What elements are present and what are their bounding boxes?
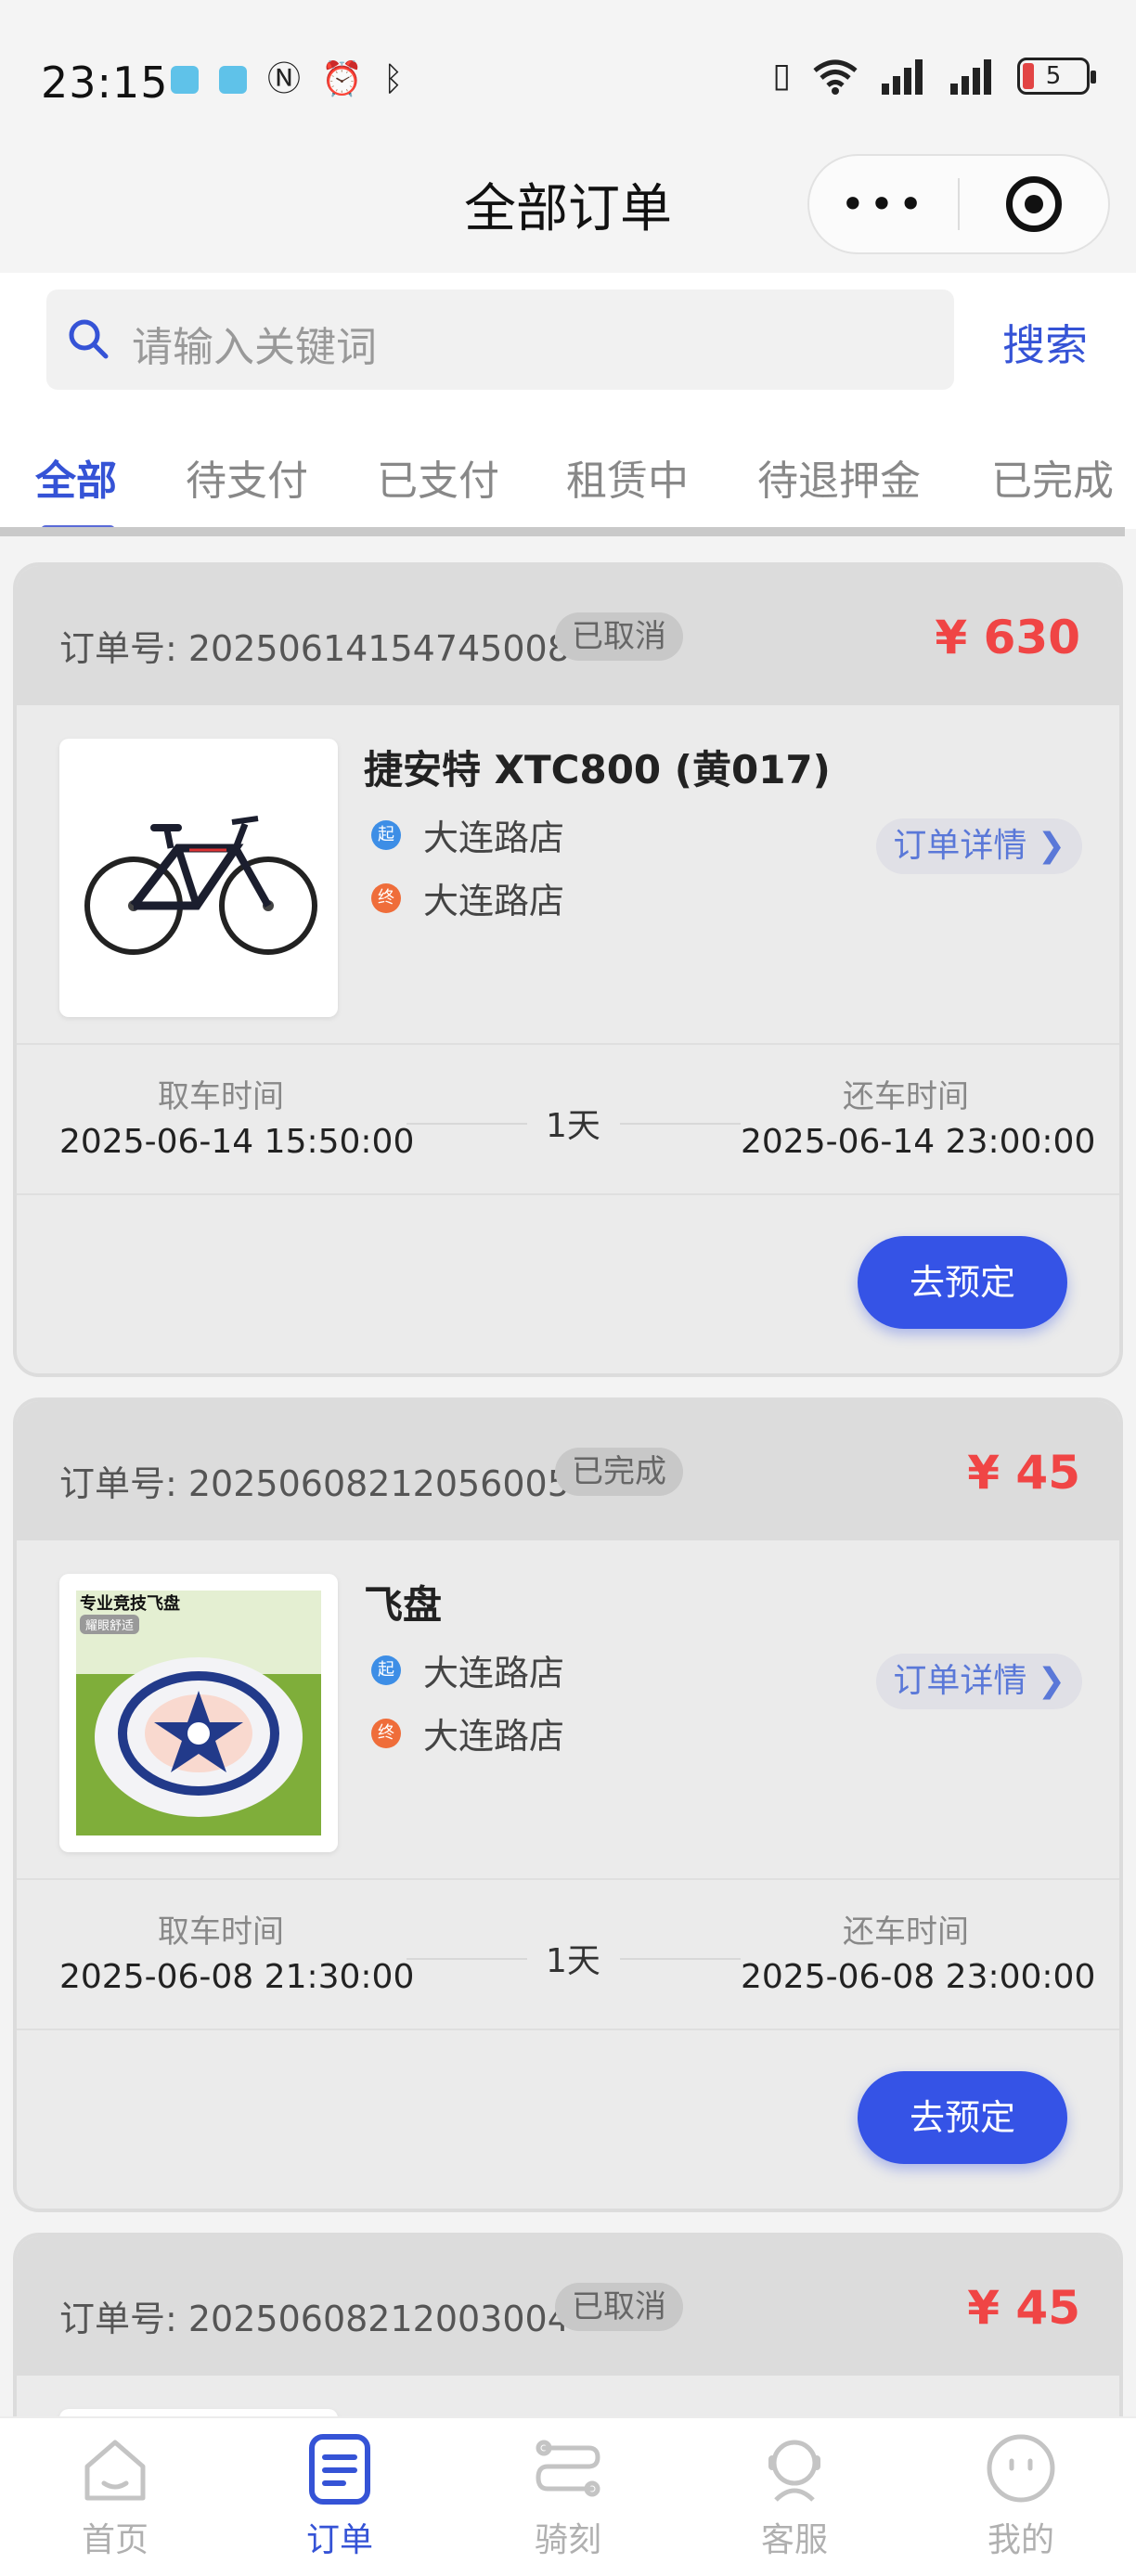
miniprogram-capsule: ••• bbox=[807, 154, 1110, 254]
card-divider bbox=[17, 2029, 1119, 2030]
rental-duration: 1天 bbox=[546, 1942, 600, 1980]
more-menu-button[interactable]: ••• bbox=[809, 179, 958, 229]
thumb-caption: 专业竞技飞盘 bbox=[80, 1594, 180, 1614]
timeline-line bbox=[620, 1958, 741, 1960]
wifi-icon bbox=[813, 59, 858, 95]
order-icon bbox=[309, 2434, 370, 2505]
thumb-subcaption: 耀眼舒适 bbox=[80, 1615, 140, 1634]
book-again-button[interactable]: 去预定 bbox=[858, 1236, 1067, 1329]
pickup-store: 起 大连路店 bbox=[371, 1644, 564, 1695]
tabbar-label: 客服 bbox=[760, 2521, 828, 2559]
return-time-value: 2025-06-14 23:00:00 bbox=[741, 1123, 1096, 1161]
return-store: 终 大连路店 bbox=[371, 1707, 564, 1758]
start-pin-icon: 起 bbox=[371, 1655, 401, 1685]
home-icon bbox=[84, 2440, 146, 2501]
status-badge: 已取消 bbox=[555, 2283, 683, 2331]
status-badge: 已完成 bbox=[555, 1448, 683, 1496]
search-icon bbox=[69, 319, 109, 359]
tab-pending-deposit-refund[interactable]: 待退押金 bbox=[757, 447, 921, 507]
pickup-time-label: 取车时间 bbox=[158, 1913, 284, 1951]
tabbar-label: 首页 bbox=[81, 2521, 148, 2559]
return-store: 终 大连路店 bbox=[371, 872, 564, 923]
product-image: 专业竞技飞盘 耀眼舒适 bbox=[59, 1574, 338, 1852]
tab-completed[interactable]: 已完成 bbox=[991, 447, 1114, 507]
end-pin-icon: 终 bbox=[371, 1718, 401, 1748]
timeline-line bbox=[620, 1123, 741, 1125]
pickup-store-name: 大连路店 bbox=[423, 1653, 565, 1694]
order-number: 订单号: 20250608212056005 bbox=[59, 1463, 570, 1504]
target-icon bbox=[1005, 176, 1062, 232]
tabbar-label: 我的 bbox=[987, 2521, 1054, 2559]
order-number: 订单号: 20250608212003004 bbox=[59, 2299, 570, 2339]
return-time-label: 还车时间 bbox=[843, 1078, 969, 1115]
orders-page: 23:15 Ⓝ ⏰ ᛒ ▯ 5 全部订单 ••• 请输入关键词 搜索 全部 待支… bbox=[0, 0, 1136, 2576]
return-store-name: 大连路店 bbox=[423, 1716, 565, 1757]
profile-icon bbox=[987, 2434, 1055, 2503]
card-divider bbox=[17, 1878, 1119, 1880]
card-divider bbox=[17, 1193, 1119, 1195]
tabbar-label: 骑刻 bbox=[534, 2521, 601, 2559]
order-card: 订单号: 20250608212056005 已完成 ¥ 45 专业竞技飞盘 耀… bbox=[13, 1397, 1123, 2212]
pickup-store: 起 大连路店 bbox=[371, 809, 564, 860]
product-name: 飞盘 bbox=[364, 1582, 443, 1628]
end-pin-icon: 终 bbox=[371, 882, 401, 913]
tabs-divider bbox=[0, 527, 1125, 536]
pickup-time-label: 取车时间 bbox=[158, 1078, 284, 1115]
timeline-line bbox=[407, 1123, 527, 1125]
tabbar-item-orders[interactable]: 订单 bbox=[265, 2431, 414, 2561]
status-notification-icons: Ⓝ ⏰ ᛒ bbox=[171, 61, 403, 98]
order-detail-link[interactable]: 订单详情 ❯ bbox=[876, 1654, 1082, 1709]
tabbar-item-home[interactable]: 首页 bbox=[41, 2431, 189, 2561]
order-card: 订单号: 20250614154745008 已取消 ¥ 630 捷安特 XTC… bbox=[13, 562, 1123, 1377]
battery-icon: 5 bbox=[1017, 58, 1096, 95]
timeline-line bbox=[407, 1958, 527, 1960]
return-time-label: 还车时间 bbox=[843, 1913, 969, 1951]
search-button[interactable]: 搜索 bbox=[1002, 312, 1088, 373]
nfc-icon: Ⓝ bbox=[267, 60, 302, 98]
bluetooth-icon: ᛒ bbox=[382, 60, 404, 98]
tab-all[interactable]: 全部 bbox=[35, 447, 117, 507]
vibrate-icon: ▯ bbox=[772, 57, 791, 95]
pickup-store-name: 大连路店 bbox=[423, 818, 565, 858]
order-price: ¥ 45 bbox=[967, 2281, 1080, 2335]
start-pin-icon: 起 bbox=[371, 819, 401, 850]
card-divider bbox=[17, 1043, 1119, 1045]
tabbar-item-ride[interactable]: 骑刻 bbox=[494, 2431, 642, 2561]
pickup-time-value: 2025-06-14 15:50:00 bbox=[59, 1123, 415, 1161]
close-miniprogram-button[interactable] bbox=[960, 176, 1108, 232]
tabbar-item-profile[interactable]: 我的 bbox=[947, 2431, 1095, 2561]
route-icon bbox=[536, 2440, 600, 2497]
tabbar-item-service[interactable]: 客服 bbox=[720, 2431, 869, 2561]
app-notification-icon bbox=[171, 66, 199, 94]
product-image bbox=[59, 739, 338, 1017]
order-detail-link[interactable]: 订单详情 ❯ bbox=[876, 818, 1082, 874]
return-store-name: 大连路店 bbox=[423, 881, 565, 921]
signal-icon bbox=[950, 59, 991, 95]
order-price: ¥ 630 bbox=[935, 611, 1080, 664]
pickup-time-value: 2025-06-08 21:30:00 bbox=[59, 1958, 415, 1996]
status-system-icons: ▯ 5 bbox=[772, 57, 1096, 95]
signal-icon bbox=[882, 59, 923, 95]
search-placeholder: 请输入关键词 bbox=[132, 324, 377, 371]
app-notification-icon bbox=[219, 66, 247, 94]
tab-pending-payment[interactable]: 待支付 bbox=[186, 447, 308, 507]
book-again-button[interactable]: 去预定 bbox=[858, 2071, 1067, 2164]
alarm-icon: ⏰ bbox=[321, 60, 363, 98]
status-badge: 已取消 bbox=[555, 612, 683, 661]
rental-duration: 1天 bbox=[546, 1107, 600, 1145]
tab-paid[interactable]: 已支付 bbox=[377, 447, 499, 507]
tab-renting[interactable]: 租赁中 bbox=[566, 447, 689, 507]
tabbar-label: 订单 bbox=[305, 2521, 373, 2559]
order-price: ¥ 45 bbox=[967, 1446, 1080, 1500]
status-time: 23:15 bbox=[41, 58, 169, 108]
order-number: 订单号: 20250614154745008 bbox=[59, 628, 570, 669]
battery-level: 5 bbox=[1045, 62, 1062, 90]
bicycle-image bbox=[76, 800, 319, 956]
customer-service-icon bbox=[768, 2440, 820, 2502]
product-name: 捷安特 XTC800 (黄017) bbox=[364, 747, 831, 792]
return-time-value: 2025-06-08 23:00:00 bbox=[741, 1958, 1096, 1996]
